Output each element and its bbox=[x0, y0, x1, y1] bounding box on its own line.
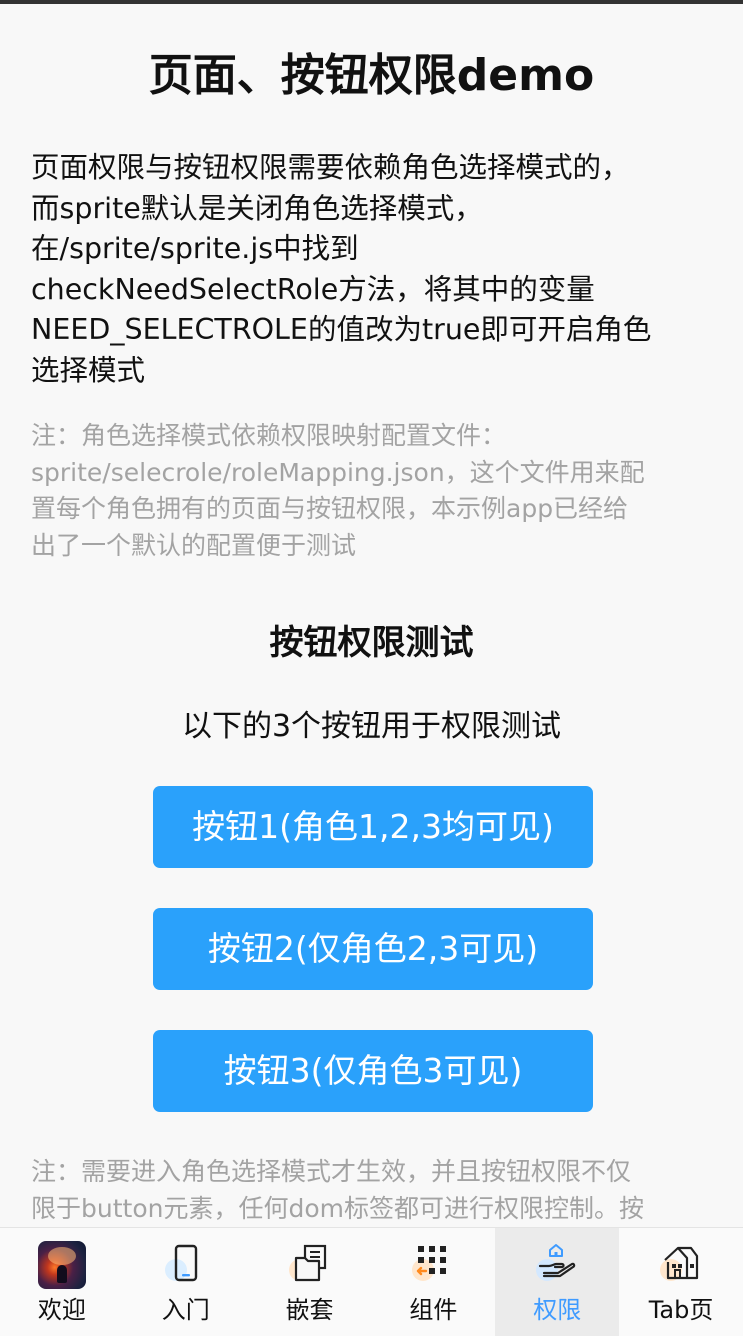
permission-button-3[interactable]: 按钮3(仅角色3可见) bbox=[153, 1030, 593, 1112]
note-line: 注：需要进入角色选择模式才生效，并且按钮权限不仅 bbox=[31, 1157, 632, 1186]
intro-line: 在/sprite/sprite.js中找到 bbox=[31, 232, 359, 265]
tab-label: 入门 bbox=[161, 1296, 210, 1324]
hand-house-icon bbox=[532, 1240, 582, 1290]
section-subtitle: 以下的3个按钮用于权限测试 bbox=[181, 709, 562, 744]
intro-line: 而sprite默认是关闭角色选择模式， bbox=[31, 191, 483, 225]
bottom-tab-bar: 欢迎 入门 嵌套 组件 权限 Tab页 bbox=[0, 1227, 743, 1336]
role-mapping-note: 注：角色选择模式依赖权限映射配置文件： sprite/selecrole/rol… bbox=[31, 418, 721, 564]
intro-line: 选择模式 bbox=[31, 353, 146, 387]
tab-label: Tab页 bbox=[648, 1296, 714, 1324]
status-bar-edge bbox=[0, 0, 743, 4]
tab-getting-started[interactable]: 入门 bbox=[124, 1228, 248, 1336]
tab-label: 欢迎 bbox=[37, 1296, 86, 1324]
intro-line: checkNeedSelectRole方法，将其中的变量 bbox=[31, 272, 595, 306]
note-line: 置每个角色拥有的页面与按钮权限，本示例app已经给 bbox=[31, 494, 629, 523]
permission-button-1[interactable]: 按钮1(角色1,2,3均可见) bbox=[153, 786, 593, 868]
tab-permissions[interactable]: 权限 bbox=[495, 1228, 620, 1336]
tab-label: 嵌套 bbox=[285, 1296, 334, 1324]
page-title: 页面、按钮权限demo bbox=[148, 50, 595, 101]
note-line: 限于button元素，任何dom标签都可进行权限控制。按 bbox=[31, 1193, 644, 1223]
tab-label: 组件 bbox=[409, 1296, 458, 1324]
tab-welcome[interactable]: 欢迎 bbox=[0, 1228, 124, 1336]
tab-components[interactable]: 组件 bbox=[371, 1228, 495, 1336]
intro-line: 页面权限与按钮权限需要依赖角色选择模式的， bbox=[31, 151, 630, 184]
intro-text: 页面权限与按钮权限需要依赖角色选择模式的， 而sprite默认是关闭角色选择模式… bbox=[31, 148, 721, 391]
phone-icon bbox=[161, 1240, 211, 1290]
note-line: sprite/selecrole/roleMapping.json，这个文件用来… bbox=[31, 457, 645, 487]
permission-button-2[interactable]: 按钮2(仅角色2,3可见) bbox=[153, 908, 593, 990]
note-line: 注：角色选择模式依赖权限映射配置文件： bbox=[31, 421, 507, 450]
section-title: 按钮权限测试 bbox=[269, 623, 474, 663]
grid-icon bbox=[408, 1240, 458, 1290]
tab-tab-page[interactable]: Tab页 bbox=[619, 1228, 743, 1336]
tab-label: 权限 bbox=[533, 1296, 582, 1324]
folders-icon bbox=[285, 1240, 335, 1290]
house-icon bbox=[656, 1240, 706, 1290]
button-permission-note: 注：需要进入角色选择模式才生效，并且按钮权限不仅 限于button元素，任何do… bbox=[31, 1154, 721, 1227]
tab-nested[interactable]: 嵌套 bbox=[248, 1228, 372, 1336]
intro-line: NEED_SELECTROLE的值改为true即可开启角色 bbox=[31, 313, 652, 346]
note-line: 出了一个默认的配置便于测试 bbox=[31, 530, 357, 560]
avatar-image bbox=[37, 1241, 86, 1289]
